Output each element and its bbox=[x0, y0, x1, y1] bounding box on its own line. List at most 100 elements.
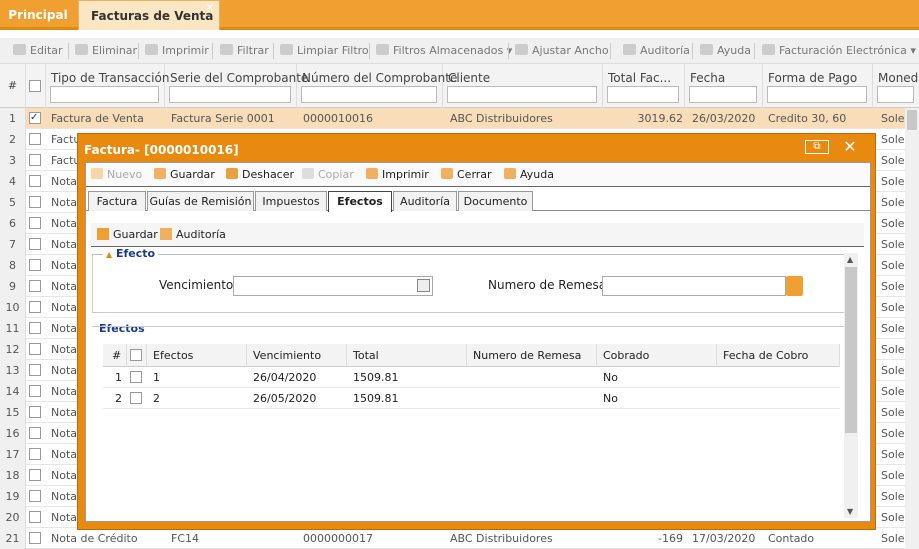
row-checkbox[interactable] bbox=[29, 175, 41, 187]
plus-icon bbox=[97, 228, 109, 240]
efectos-col-cobrado[interactable]: Cobrado bbox=[597, 344, 717, 367]
restore-window-icon[interactable]: ⧉ bbox=[805, 140, 829, 154]
imprimir-button[interactable]: Imprimir bbox=[145, 38, 209, 64]
remesa-lookup-icon[interactable] bbox=[786, 276, 803, 296]
collapse-icon[interactable]: ▲ bbox=[106, 250, 112, 259]
filter-cliente-input[interactable] bbox=[447, 86, 597, 103]
efectos-row[interactable]: 1 1 26/04/2020 1509.81 No bbox=[103, 367, 840, 388]
imprimir-dialog-button[interactable]: Imprimir bbox=[366, 163, 429, 187]
table-row[interactable]: 1 ✓ Factura de Venta Factura Serie 0001 0000… bbox=[0, 108, 919, 129]
tab-close-icon[interactable]: × bbox=[206, 0, 214, 23]
cell-tipo: Nota de Crédito bbox=[51, 532, 138, 545]
remesa-input[interactable] bbox=[602, 276, 786, 296]
cell-moneda: Soles bbox=[881, 133, 905, 146]
row-checkbox[interactable] bbox=[29, 154, 41, 166]
row-checkbox[interactable] bbox=[29, 427, 41, 439]
tab-documento[interactable]: Documento bbox=[458, 191, 533, 211]
efecto-row-checkbox[interactable] bbox=[130, 371, 142, 383]
copiar-button[interactable]: Copiar bbox=[302, 163, 354, 187]
row-checkbox[interactable] bbox=[29, 301, 41, 313]
auditoria-efecto-button[interactable]: Auditoría bbox=[160, 223, 226, 247]
row-checkbox[interactable] bbox=[29, 406, 41, 418]
filtrar-button[interactable]: Filtrar bbox=[220, 38, 269, 64]
filter-moneda-input[interactable] bbox=[877, 86, 914, 103]
tab-factura[interactable]: Factura bbox=[88, 191, 146, 211]
scroll-up-icon[interactable]: ▲ bbox=[847, 255, 853, 264]
tab-auditoria[interactable]: Auditoría bbox=[393, 191, 457, 211]
row-checkbox[interactable] bbox=[29, 217, 41, 229]
efectos-row[interactable]: 2 2 26/05/2020 1509.81 No bbox=[103, 388, 840, 409]
row-checkbox[interactable] bbox=[29, 490, 41, 502]
auditoria-button[interactable]: Auditoría bbox=[623, 38, 690, 64]
ayuda-button[interactable]: Ayuda bbox=[700, 38, 751, 64]
select-all-checkbox[interactable] bbox=[29, 80, 41, 92]
row-checkbox[interactable] bbox=[29, 196, 41, 208]
efectos-col-efectos[interactable]: Efectos bbox=[147, 344, 247, 367]
facturacion-electronica-dropdown[interactable]: Facturación Electrónica ▾ bbox=[762, 38, 916, 64]
guardar-button[interactable]: Guardar bbox=[154, 163, 215, 187]
row-checkbox[interactable] bbox=[29, 280, 41, 292]
dialog-close-icon[interactable]: ✕ bbox=[838, 136, 862, 158]
efecto-row-checkbox[interactable] bbox=[130, 392, 142, 404]
filter-total-input[interactable] bbox=[607, 86, 679, 103]
col-forma-pago[interactable]: Forma de Pago bbox=[763, 64, 873, 108]
limpiar-filtro-button[interactable]: Limpiar Filtro bbox=[280, 38, 369, 64]
col-fecha[interactable]: Fecha bbox=[685, 64, 763, 108]
row-checkbox[interactable] bbox=[29, 133, 41, 145]
dialog-scroll-thumb[interactable] bbox=[845, 267, 857, 433]
efectos-col-vencimiento[interactable]: Vencimiento bbox=[247, 344, 347, 367]
col-serie[interactable]: Serie del Comprobante bbox=[165, 64, 308, 108]
row-checkbox[interactable] bbox=[29, 511, 41, 523]
tab-guias-remision[interactable]: Guías de Remisión bbox=[147, 191, 254, 211]
calendar-icon[interactable] bbox=[417, 279, 430, 292]
deshacer-button[interactable]: Deshacer bbox=[226, 163, 294, 187]
row-checkbox[interactable] bbox=[29, 238, 41, 250]
grid-scroll-thumb[interactable] bbox=[907, 110, 917, 130]
filter-forma-input[interactable] bbox=[767, 86, 867, 103]
filter-serie-input[interactable] bbox=[169, 86, 291, 103]
row-checkbox[interactable] bbox=[29, 364, 41, 376]
efecto-legend[interactable]: ▲ Efecto bbox=[103, 247, 159, 260]
nuevo-button[interactable]: Nuevo bbox=[91, 163, 142, 187]
efectos-col-remesa[interactable]: Numero de Remesa bbox=[467, 344, 597, 367]
filtros-almacenados-dropdown[interactable]: Filtros Almacenados ▾ bbox=[376, 38, 512, 64]
efectos-col-fecha-cobro[interactable]: Fecha de Cobro bbox=[717, 344, 840, 367]
dialog-vertical-scrollbar[interactable]: ▲ ▼ bbox=[844, 253, 858, 518]
efectos-col-total[interactable]: Total bbox=[347, 344, 467, 367]
tab-impuestos[interactable]: Impuestos bbox=[255, 191, 327, 211]
vencimiento-input[interactable] bbox=[233, 276, 433, 296]
close-icon bbox=[441, 168, 453, 179]
grid-vertical-scrollbar[interactable] bbox=[905, 108, 919, 549]
table-row[interactable]: 21 Nota de Crédito FC14 0000000017 ABC Distr… bbox=[0, 528, 919, 549]
cerrar-button[interactable]: Cerrar bbox=[441, 163, 492, 187]
tab-facturas-de-venta[interactable]: Facturas de Venta × bbox=[78, 0, 220, 30]
cell-forma: Contado bbox=[768, 532, 815, 545]
guardar-efecto-button[interactable]: Guardar bbox=[97, 223, 158, 247]
editar-button[interactable]: Editar bbox=[13, 38, 63, 64]
tab-efectos[interactable]: Efectos bbox=[328, 191, 392, 212]
col-total[interactable]: Total Fac... bbox=[603, 64, 685, 108]
filtros-almacenados-label: Filtros Almacenados bbox=[393, 44, 504, 57]
ajustar-ancho-button[interactable]: Ajustar Ancho bbox=[515, 38, 609, 64]
row-checkbox[interactable] bbox=[29, 532, 41, 544]
efectos-select-all-checkbox[interactable] bbox=[130, 349, 142, 361]
cell-moneda: Soles bbox=[881, 154, 905, 167]
row-checkbox[interactable] bbox=[29, 259, 41, 271]
row-checkbox[interactable] bbox=[29, 343, 41, 355]
filter-fecha-input[interactable] bbox=[689, 86, 757, 103]
row-checkbox[interactable] bbox=[29, 385, 41, 397]
row-checkbox[interactable] bbox=[29, 322, 41, 334]
col-numero[interactable]: Número del Comprobante bbox=[297, 64, 457, 108]
filter-numero-input[interactable] bbox=[301, 86, 437, 103]
scroll-down-icon[interactable]: ▼ bbox=[847, 507, 853, 516]
row-checkbox[interactable] bbox=[29, 448, 41, 460]
row-checkbox[interactable]: ✓ bbox=[29, 112, 41, 124]
ayuda-dialog-button[interactable]: Ayuda bbox=[504, 163, 554, 187]
col-cliente[interactable]: Cliente bbox=[443, 64, 603, 108]
row-checkbox[interactable] bbox=[29, 469, 41, 481]
col-moneda[interactable]: Moneda bbox=[873, 64, 919, 108]
col-tipo-transaccion[interactable]: Tipo de Transacción bbox=[46, 64, 169, 108]
filter-tipo-input[interactable] bbox=[50, 86, 159, 103]
tab-principal[interactable]: Principal bbox=[0, 0, 76, 30]
eliminar-button[interactable]: Eliminar bbox=[75, 38, 137, 64]
